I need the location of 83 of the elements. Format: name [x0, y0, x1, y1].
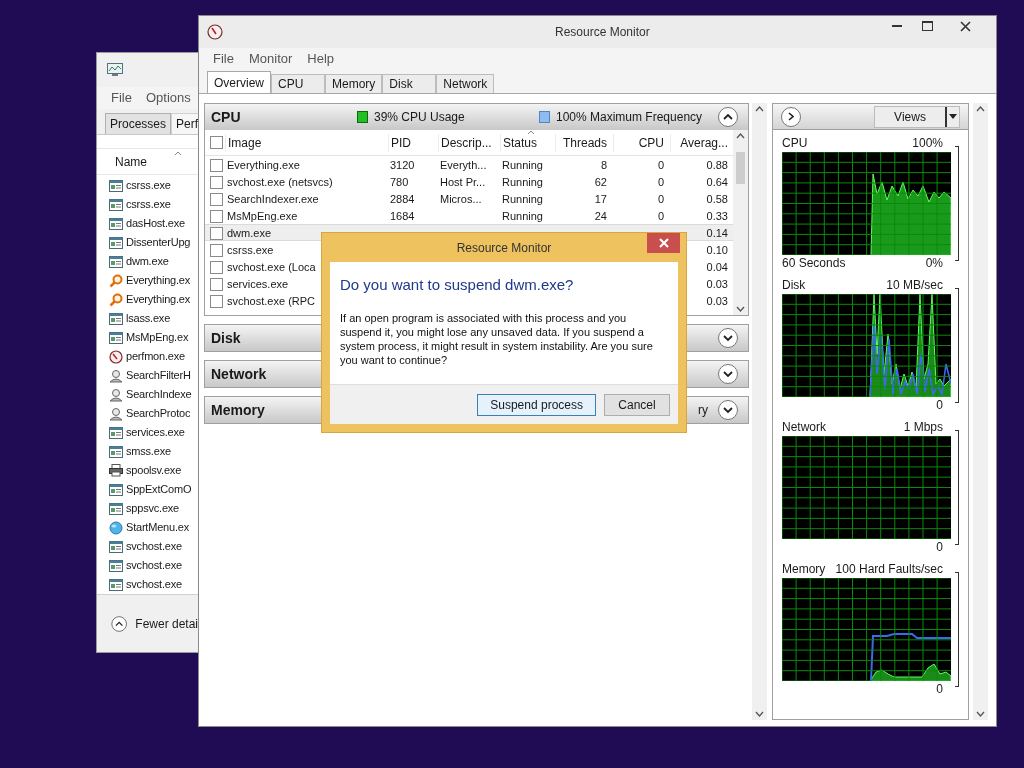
process-name: StartMenu.ex — [126, 520, 190, 536]
table-cell: Running — [502, 159, 543, 171]
process-name: services.exe — [126, 425, 185, 441]
table-cell: 0.03 — [706, 278, 728, 290]
process-name: MsMpEng.ex — [126, 330, 189, 346]
table-cell: svchost.exe (RPC — [227, 295, 316, 307]
table-cell: svchost.exe (Loca — [227, 261, 316, 273]
table-cell: 780 — [390, 176, 409, 188]
table-cell: Running — [502, 210, 543, 222]
dialog-heading: Do you want to suspend dwm.exe? — [340, 275, 575, 295]
process-name: SearchFilterH — [126, 368, 191, 384]
graph-scale: 1 Mbps — [903, 418, 943, 436]
table-cell: 2884 — [390, 193, 415, 205]
frequency-label: 100% Maximum Frequency — [556, 109, 703, 126]
table-cell: Running — [502, 193, 543, 205]
table-cell: Micros... — [440, 193, 482, 205]
table-cell: 3120 — [390, 159, 415, 171]
process-name: lsass.exe — [126, 311, 171, 327]
process-name: svchost.exe — [126, 558, 182, 574]
table-cell: 0.14 — [706, 227, 728, 239]
graph-title: Network — [782, 418, 826, 436]
cpu-usage-label: 39% CPU Usage — [374, 109, 465, 126]
dialog-title: Resource Monitor — [456, 239, 552, 257]
section-title: Memory — [211, 400, 265, 420]
table-cell: Everything.exe — [227, 159, 300, 171]
table-cell: 24 — [594, 210, 607, 222]
graph-time-span: 60 Seconds — [782, 255, 846, 272]
graph-floor: 0 — [936, 397, 943, 414]
process-name: dwm.exe — [126, 254, 169, 270]
table-cell: 0 — [657, 193, 664, 205]
section-title: Network — [211, 364, 267, 384]
process-name: DissenterUpg — [126, 235, 191, 251]
process-name: SearchProtoc — [126, 406, 191, 422]
graph-floor: 0% — [925, 255, 943, 272]
graph-scale: 100% — [912, 134, 943, 152]
table-cell: 0.10 — [706, 244, 728, 256]
table-cell: csrss.exe — [227, 244, 274, 256]
process-name: SppExtComO — [126, 482, 192, 498]
process-name: dasHost.exe — [126, 216, 185, 232]
graph-title: Disk — [782, 276, 806, 294]
graph-floor: 0 — [936, 539, 943, 556]
dialog-message: If an open program is associated with this process and you suspend it, you might lose any unsaved data. If you suspend a system process, it might result in system instability. Are you sure you want to continue? — [340, 310, 654, 367]
table-cell: MsMpEng.exe — [227, 210, 298, 222]
table-cell: 0 — [657, 176, 664, 188]
section-title: CPU — [211, 107, 241, 127]
table-cell: 17 — [594, 193, 607, 205]
graph-scale: 100 Hard Faults/sec — [835, 560, 943, 578]
table-cell: 0 — [657, 210, 664, 222]
table-cell: 8 — [600, 159, 607, 171]
table-cell: 0 — [657, 159, 664, 171]
table-cell: Host Pr... — [440, 176, 486, 188]
table-cell: 0.58 — [706, 193, 728, 205]
process-name: Everything.ex — [126, 292, 191, 308]
table-cell: 62 — [594, 176, 607, 188]
table-cell: 0.88 — [706, 159, 728, 171]
window-title: Resource Monitor — [555, 24, 650, 41]
graph-floor: 0 — [936, 681, 943, 698]
table-cell: SearchIndexer.exe — [227, 193, 319, 205]
process-name: csrss.exe — [126, 197, 171, 213]
process-name: perfmon.exe — [126, 349, 185, 365]
table-cell: 0.03 — [706, 295, 728, 307]
table-cell: 1684 — [390, 210, 415, 222]
table-cell: services.exe — [227, 278, 289, 290]
process-name: csrss.exe — [126, 178, 171, 194]
process-name: spoolsv.exe — [126, 463, 182, 479]
process-name: sppsvc.exe — [126, 501, 180, 517]
table-cell: svchost.exe (netsvcs) — [227, 176, 333, 188]
process-name: smss.exe — [126, 444, 171, 460]
process-name: SearchIndexe — [126, 387, 192, 403]
table-cell: Running — [502, 176, 543, 188]
table-cell: 0.33 — [706, 210, 728, 222]
table-cell: dwm.exe — [227, 227, 272, 239]
process-name: svchost.exe — [126, 539, 182, 555]
section-summary: ry — [698, 402, 708, 419]
table-cell: Everyth... — [440, 159, 487, 171]
graph-title: CPU — [782, 134, 808, 152]
section-title: Disk — [211, 328, 241, 348]
graph-scale: 10 MB/sec — [886, 276, 943, 294]
process-name: Everything.ex — [126, 273, 191, 289]
graph-title: Memory — [782, 560, 826, 578]
table-cell: 0.64 — [706, 176, 728, 188]
process-name: svchost.exe — [126, 577, 182, 593]
table-cell: 0.04 — [706, 261, 728, 273]
